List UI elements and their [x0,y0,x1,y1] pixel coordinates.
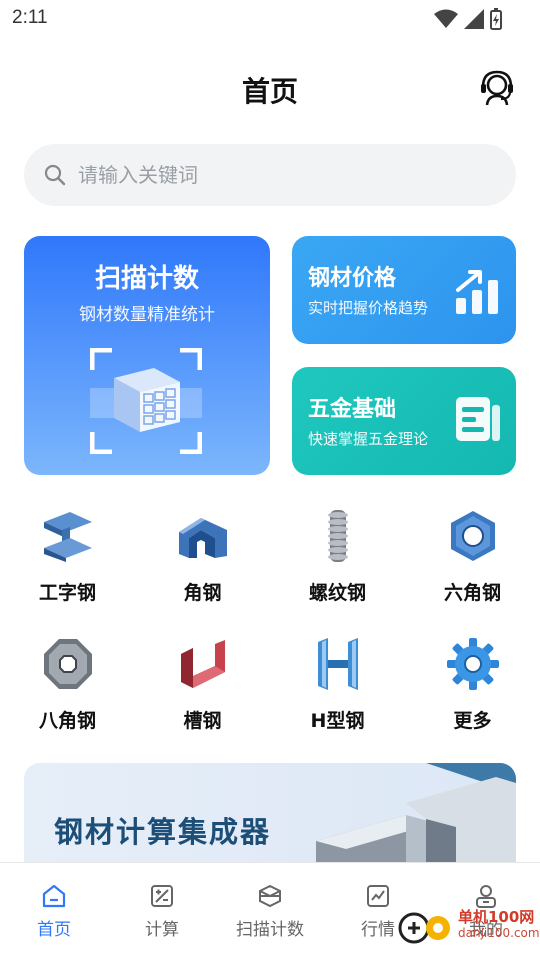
scan-icon [259,884,281,908]
category-label: H型钢 [310,710,365,732]
category-i-beam[interactable]: 工字钢 [0,500,135,612]
home-icon [42,884,66,908]
category-label: 槽钢 [183,710,222,732]
category-hexagon-steel[interactable]: 六角钢 [405,500,540,612]
search-bar[interactable] [24,144,516,206]
document-icon [456,397,500,441]
status-bar: 2:11 [0,0,540,36]
price-card-subtitle: 实时把握价格趋势 [308,299,429,317]
h-beam-icon [318,638,358,690]
price-card-title: 钢材价格 [308,266,397,291]
category-label: 更多 [453,710,492,732]
hardware-card-subtitle: 快速掌握五金理论 [308,430,429,448]
status-time: 2:11 [12,7,48,28]
signal-icon [464,9,484,29]
headset-icon [481,70,513,106]
category-more[interactable]: 更多 [405,628,540,740]
search-input[interactable] [78,163,458,187]
page-title: 首页 [241,75,298,108]
nav-scan-count[interactable]: 扫描计数 [216,883,324,940]
scan-card-title: 扫描计数 [94,264,199,294]
steel-tube-illustration [296,763,516,873]
header: 首页 [0,60,540,120]
channel-steel-icon [181,640,225,688]
scan-card-subtitle: 钢材数量精准统计 [79,305,215,325]
steel-price-card[interactable]: 钢材价格 实时把握价格趋势 [292,236,516,344]
status-icons [434,8,502,30]
category-label: 角钢 [183,582,222,604]
calculator-icon [151,885,173,907]
nav-label: 扫描计数 [236,920,304,940]
watermark-logo-icon [398,912,450,944]
nav-home[interactable]: 首页 [0,883,108,940]
watermark: 单机100网 danji100.com [398,906,540,946]
angle-steel-icon [179,518,227,558]
category-rebar[interactable]: 螺纹钢 [270,500,405,612]
customer-service-button[interactable] [478,68,516,108]
category-h-beam[interactable]: H型钢 [270,628,405,740]
category-label: 螺纹钢 [308,582,366,604]
category-octagon-steel[interactable]: 八角钢 [0,628,135,740]
nav-label: 首页 [37,920,71,940]
chart-icon [367,885,389,907]
promo-banner[interactable]: 钢材计算集成器 [24,763,516,873]
category-label: 六角钢 [443,582,501,604]
category-angle-steel[interactable]: 角钢 [135,500,270,612]
bar-trend-icon [456,270,498,314]
octagon-steel-icon [44,639,92,689]
category-label: 八角钢 [38,710,96,732]
battery-icon [490,8,502,30]
bottom-nav: 首页 计算 扫描计数 行情 我的 单机100网 danji100.com [0,862,540,960]
i-beam-icon [44,512,92,562]
scan-frame-icon [90,348,202,454]
rebar-icon [328,510,348,562]
hardware-card-title: 五金基础 [308,397,397,422]
hardware-basics-card[interactable]: 五金基础 快速掌握五金理论 [292,367,516,475]
gear-icon [447,638,499,690]
scan-count-card[interactable]: 扫描计数 钢材数量精准统计 [24,236,270,475]
nav-calculate[interactable]: 计算 [108,883,216,940]
wifi-icon [434,9,458,28]
hexagon-steel-icon [451,511,495,561]
category-channel-steel[interactable]: 槽钢 [135,628,270,740]
nav-label: 计算 [145,920,179,940]
watermark-url: danji100.com [458,926,540,940]
banner-title: 钢材计算集成器 [54,815,272,849]
search-icon [44,164,66,186]
category-label: 工字钢 [38,582,96,604]
watermark-text: 单机100网 [458,908,535,926]
